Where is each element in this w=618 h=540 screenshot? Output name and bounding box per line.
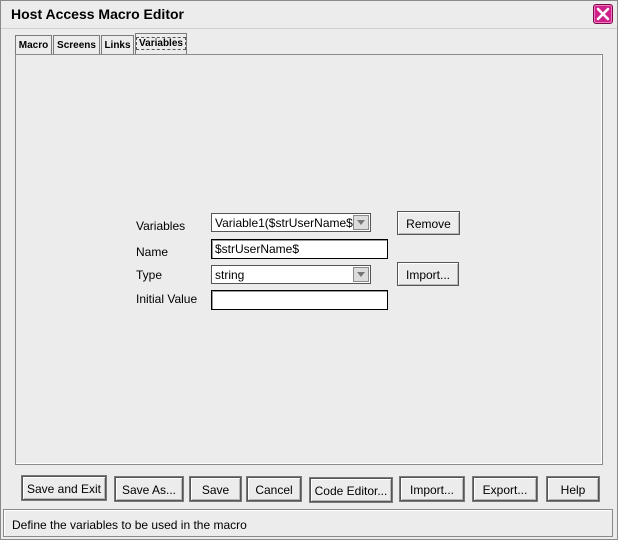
tab-label: Screens bbox=[57, 40, 96, 51]
tab-links[interactable]: Links bbox=[101, 35, 134, 55]
cancel-button[interactable]: Cancel bbox=[246, 476, 302, 502]
initial-value-label: Initial Value bbox=[136, 292, 198, 306]
export-button[interactable]: Export... bbox=[472, 476, 538, 502]
tab-label: Macro bbox=[18, 40, 49, 51]
close-button[interactable] bbox=[593, 4, 613, 24]
tab-label: Links bbox=[104, 40, 131, 51]
status-text: Define the variables to be used in the m… bbox=[12, 518, 247, 532]
status-bar: Define the variables to be used in the m… bbox=[3, 509, 613, 537]
name-label: Name bbox=[136, 245, 169, 259]
macro-editor-window: Host Access Macro Editor Macro Screens L… bbox=[0, 0, 618, 540]
name-field[interactable]: $strUserName$ bbox=[211, 239, 388, 259]
variables-select[interactable]: Variable1($strUserName$) bbox=[211, 213, 371, 232]
remove-button[interactable]: Remove bbox=[397, 211, 460, 235]
code-editor-button[interactable]: Code Editor... bbox=[309, 477, 393, 503]
title-bar: Host Access Macro Editor bbox=[1, 1, 617, 29]
import-button[interactable]: Import... bbox=[399, 476, 465, 502]
tab-label: Variables bbox=[136, 37, 186, 50]
tab-macro[interactable]: Macro bbox=[15, 35, 52, 55]
chevron-down-icon[interactable] bbox=[353, 267, 369, 282]
window-title: Host Access Macro Editor bbox=[11, 6, 184, 22]
variables-select-value: Variable1($strUserName$) bbox=[215, 216, 357, 230]
save-and-exit-button[interactable]: Save and Exit bbox=[21, 475, 107, 501]
save-as-button[interactable]: Save As... bbox=[114, 476, 184, 502]
type-label: Type bbox=[136, 268, 163, 282]
type-select-value: string bbox=[215, 268, 245, 282]
tab-screens[interactable]: Screens bbox=[53, 35, 100, 55]
panel-inner bbox=[16, 55, 602, 464]
tab-variables[interactable]: Variables bbox=[135, 33, 187, 56]
variables-panel: Variables Variable1($strUserName$) Remov… bbox=[15, 54, 603, 465]
initial-value-field[interactable] bbox=[211, 290, 388, 310]
variables-label: Variables bbox=[136, 219, 186, 233]
import-variable-button[interactable]: Import... bbox=[397, 262, 459, 286]
chevron-down-icon[interactable] bbox=[353, 215, 369, 230]
help-button[interactable]: Help bbox=[546, 476, 600, 502]
type-select[interactable]: string bbox=[211, 265, 371, 284]
close-icon bbox=[596, 7, 610, 21]
save-button[interactable]: Save bbox=[189, 476, 242, 502]
